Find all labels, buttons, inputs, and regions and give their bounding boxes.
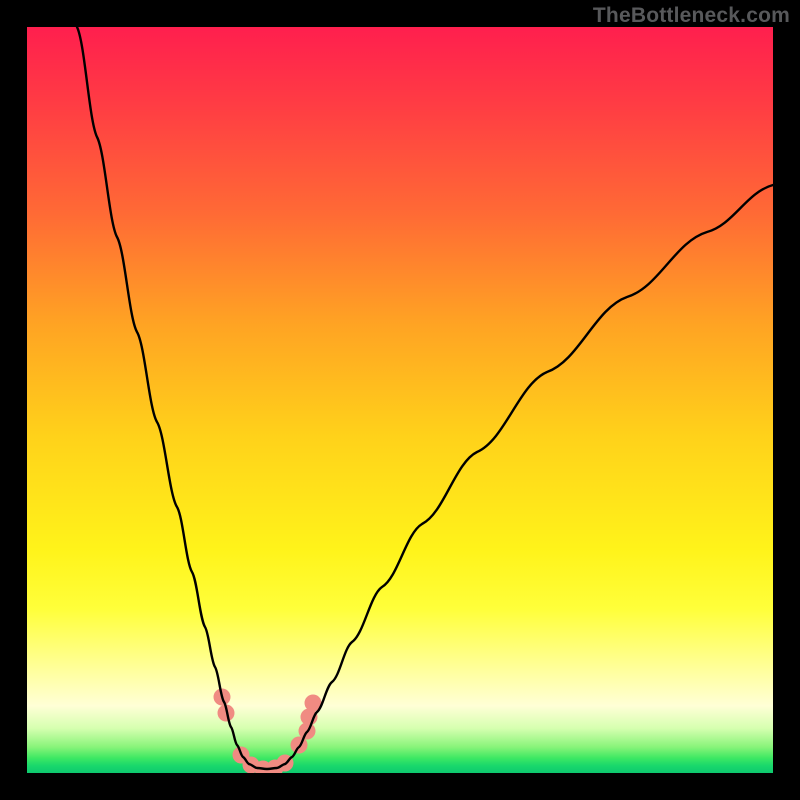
bottleneck-curve [27,27,773,773]
curve-valley-floor [249,764,285,769]
chart-frame: TheBottleneck.com [0,0,800,800]
curve-marker [243,757,260,774]
curve-marker [218,705,235,722]
plot-area [27,27,773,773]
watermark-text: TheBottleneck.com [593,4,790,28]
curve-right-branch [285,185,773,764]
curve-marker [214,689,231,706]
curve-marker [299,723,316,740]
curve-marker [267,760,284,774]
curve-marker [291,737,308,754]
curve-marker [277,755,294,772]
curve-marker [233,747,250,764]
curve-marker [301,709,318,726]
marker-layer [214,689,322,774]
curve-marker [305,695,322,712]
curve-left-branch [77,27,249,764]
curve-marker [255,761,272,774]
